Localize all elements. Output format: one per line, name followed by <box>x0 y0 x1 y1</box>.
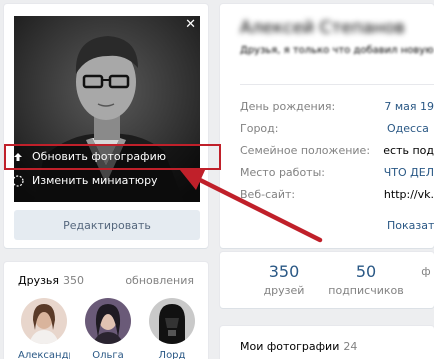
edit-profile-button[interactable]: Редактировать <box>14 210 200 240</box>
user-status: Друзья, я только что добавил новую фотог… <box>240 45 434 56</box>
profile-info-card: Алексей Степанов Друзья, я только что до… <box>220 4 434 248</box>
info-label: Город: <box>240 122 279 135</box>
friends-title-label: Друзья <box>18 274 60 287</box>
photos-count-label: ф <box>421 265 431 278</box>
avatar <box>85 298 131 344</box>
friends-count-label: друзей <box>263 284 305 297</box>
counters-card: 350 друзей 50 подписчиков ф <box>220 252 434 308</box>
my-photos-title[interactable]: Мои фотографии 24 <box>240 340 357 353</box>
city-link[interactable]: Одесса <box>387 122 429 142</box>
info-row-workplace: Место работы: ЧТО ДЕЛ <box>240 166 434 186</box>
website-value[interactable]: http://vk. <box>384 188 434 208</box>
upload-arrow-icon <box>12 151 24 163</box>
info-row-birthday: День рождения: 7 мая 19 <box>240 100 434 120</box>
info-row-relationship: Семейное положение: есть под <box>240 144 434 164</box>
show-more-link[interactable]: Показат <box>387 219 434 232</box>
dotted-circle-icon <box>12 174 24 187</box>
change-thumbnail-label: Изменить миниатюру <box>32 174 158 187</box>
info-label: Семейное положение: <box>240 144 371 157</box>
change-thumbnail-button[interactable]: Изменить миниатюру <box>12 174 158 187</box>
friends-counter[interactable]: 350 друзей <box>244 262 324 297</box>
info-label: День рождения: <box>240 100 336 113</box>
subscribers-count-label: подписчиков <box>328 284 404 297</box>
avatar <box>149 298 195 344</box>
profile-photo-card: ✕ Обновить фотографию Изменить миниатюру… <box>4 4 208 248</box>
avatar <box>21 298 67 344</box>
friend-item[interactable]: Ольга <box>82 298 134 359</box>
friends-updates-link[interactable]: обновления <box>125 274 194 287</box>
subscribers-counter[interactable]: 50 подписчиков <box>326 262 406 297</box>
friends-title-count: 350 <box>63 274 85 287</box>
friend-name: Лорд <box>158 350 186 359</box>
info-row-city: Город: Одесса <box>240 122 434 142</box>
my-photos-count: 24 <box>343 340 358 353</box>
update-photo-label: Обновить фотографию <box>32 150 166 163</box>
close-icon[interactable]: ✕ <box>185 17 196 32</box>
friend-item[interactable]: Лорд <box>146 298 198 359</box>
friends-card: Друзья350 обновления Александра Ольга Ло… <box>4 262 208 359</box>
birthday-link[interactable]: 7 мая 19 <box>384 100 434 120</box>
info-label: Место работы: <box>240 166 325 179</box>
friend-name: Александра <box>18 350 70 359</box>
subscribers-count: 50 <box>355 262 377 281</box>
friend-item[interactable]: Александра <box>18 298 70 359</box>
relationship-value: есть под <box>383 144 434 157</box>
friends-title[interactable]: Друзья 350 <box>18 274 84 287</box>
friends-count: 350 <box>268 262 300 281</box>
my-photos-label: Мои фотографии <box>240 340 340 353</box>
my-photos-card: Мои фотографии 24 <box>220 326 434 359</box>
user-name: Алексей Степанов <box>240 18 405 38</box>
info-row-website: Веб-сайт: http://vk. <box>240 188 434 208</box>
friend-name: Ольга <box>92 350 124 359</box>
update-photo-button[interactable]: Обновить фотографию <box>12 150 166 163</box>
photos-counter[interactable]: ф <box>406 262 434 278</box>
divider <box>240 84 434 85</box>
info-label: Веб-сайт: <box>240 188 296 201</box>
workplace-link[interactable]: ЧТО ДЕЛ <box>384 166 434 186</box>
